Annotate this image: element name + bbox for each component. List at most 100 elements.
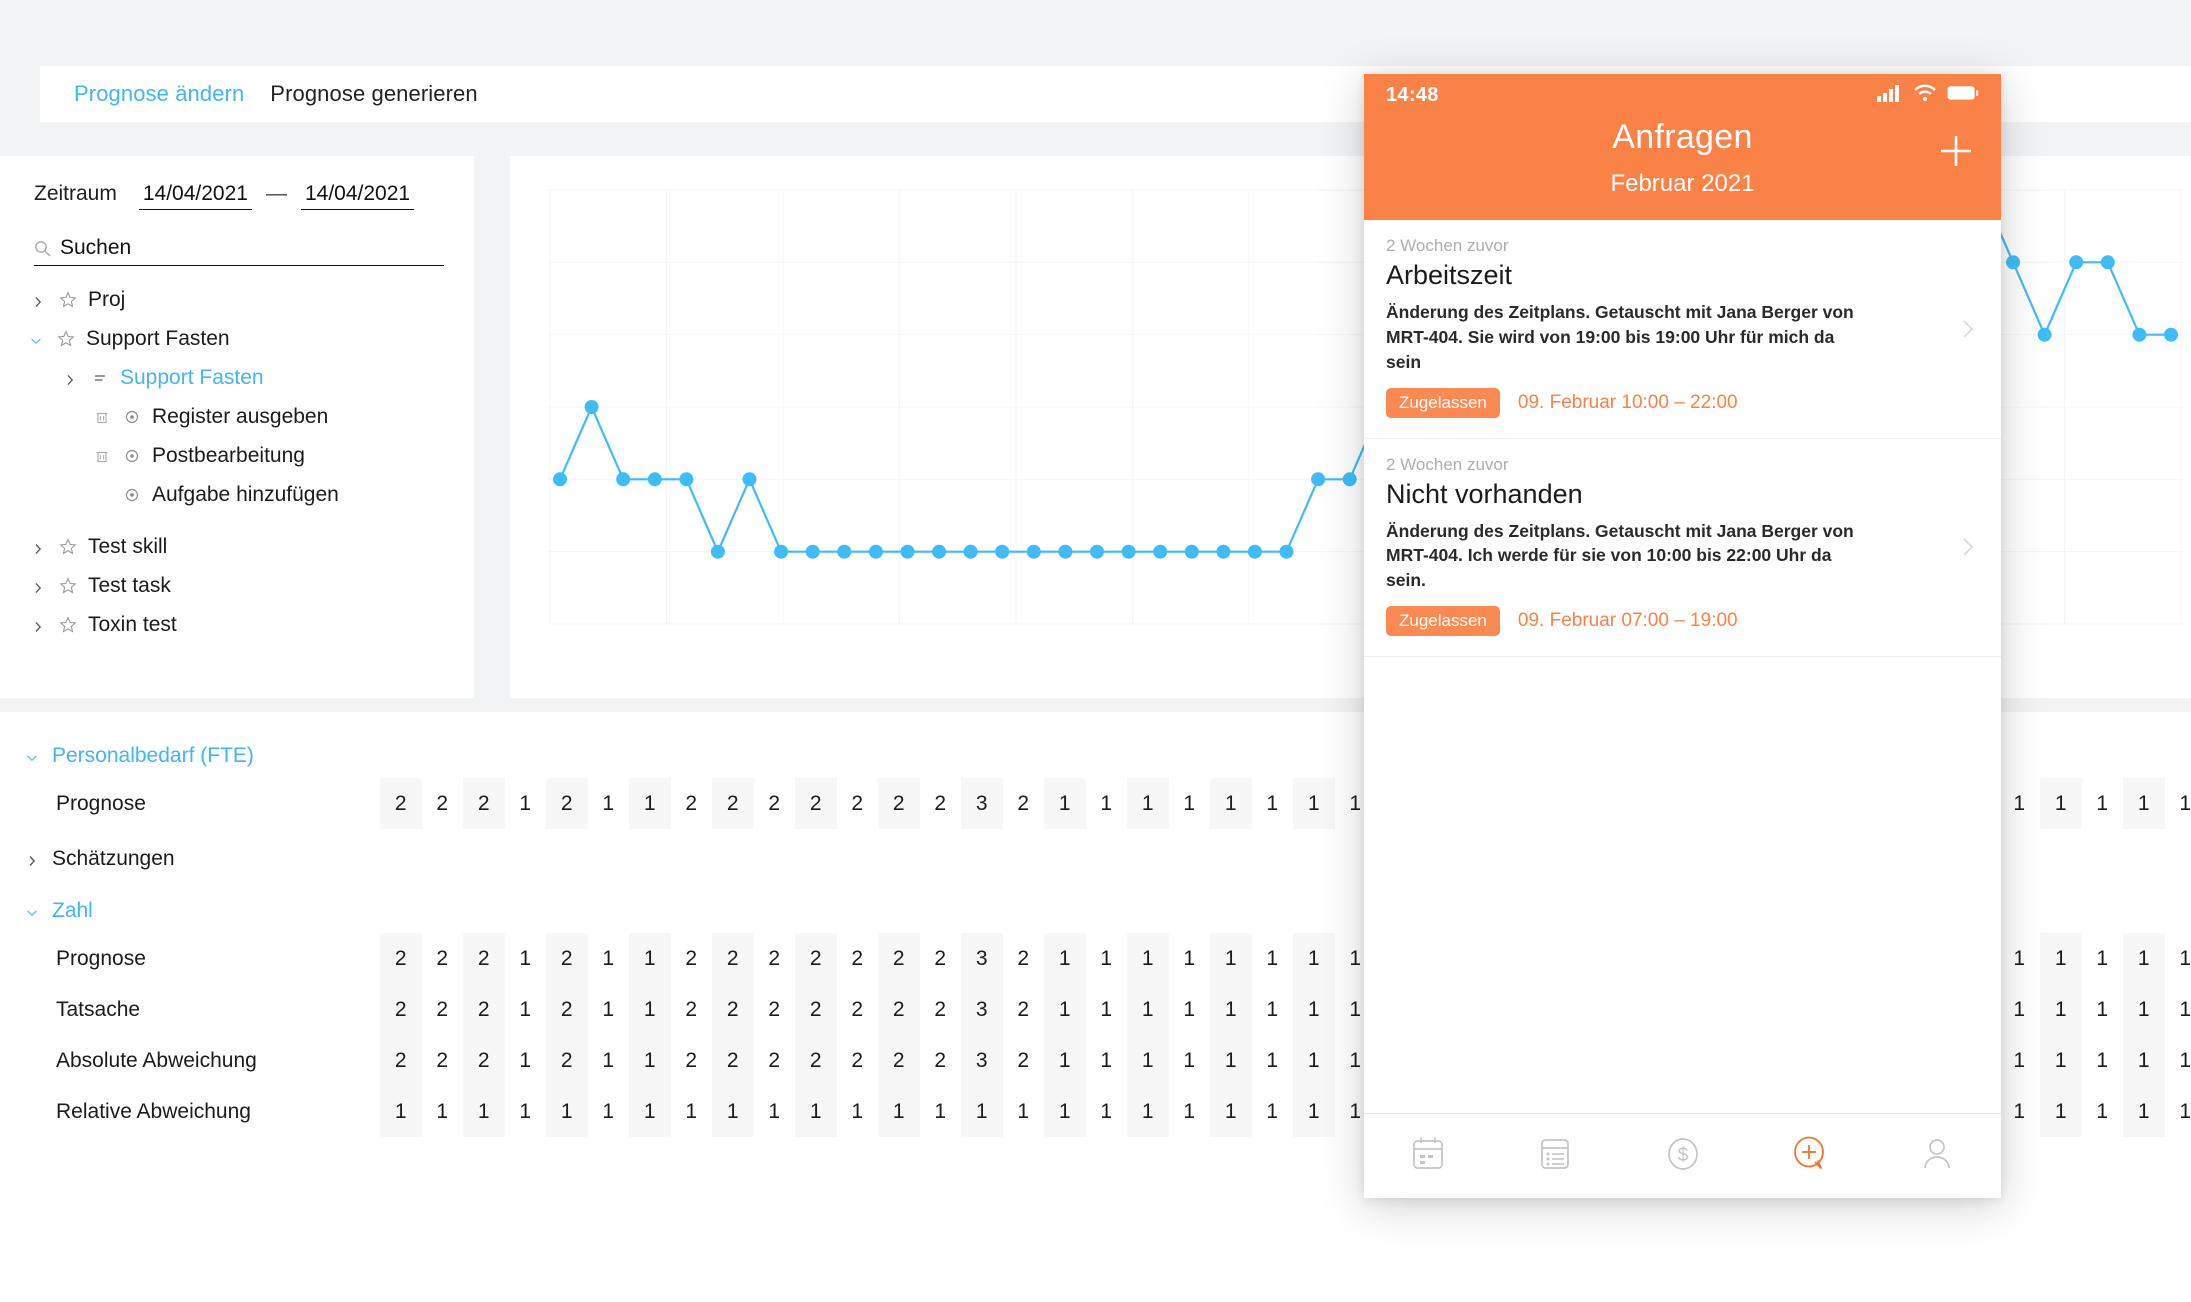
tree-item-aufgabe-hinzufuegen[interactable]: Aufgabe hinzufügen xyxy=(0,475,474,514)
tree-item-proj[interactable]: Proj xyxy=(0,280,474,319)
table-cell[interactable]: 3 xyxy=(961,933,1003,984)
table-cell[interactable]: 1 xyxy=(505,933,547,984)
clock-icon[interactable] xyxy=(122,407,142,427)
tab-requests[interactable] xyxy=(1746,1135,1873,1178)
table-cell[interactable]: 1 xyxy=(2123,984,2165,1035)
search-input[interactable]: Suchen xyxy=(60,236,131,260)
table-cell[interactable]: 2 xyxy=(837,984,879,1035)
table-cell[interactable]: 1 xyxy=(2165,984,2191,1035)
table-cell[interactable]: 1 xyxy=(1127,984,1169,1035)
table-cell[interactable]: 1 xyxy=(1252,984,1294,1035)
table-cell[interactable]: 1 xyxy=(629,1086,671,1137)
table-cell[interactable]: 2 xyxy=(671,984,713,1035)
period-from-input[interactable]: 14/04/2021 xyxy=(138,182,252,210)
table-cell[interactable]: 2 xyxy=(1003,778,1045,829)
table-cell[interactable]: 3 xyxy=(961,984,1003,1035)
tab-prognose-aendern[interactable]: Prognose ändern xyxy=(74,81,244,107)
chevron-right-icon[interactable] xyxy=(1957,318,1979,340)
table-cell[interactable]: 3 xyxy=(961,778,1003,829)
table-cell[interactable]: 2 xyxy=(754,933,796,984)
table-cell[interactable]: 2 xyxy=(1003,984,1045,1035)
star-icon[interactable] xyxy=(58,576,78,596)
table-cell[interactable]: 2 xyxy=(463,933,505,984)
table-cell[interactable]: 1 xyxy=(1086,984,1128,1035)
table-cell[interactable]: 1 xyxy=(2123,1035,2165,1086)
table-cell[interactable]: 2 xyxy=(422,1035,464,1086)
tree-item-test-task[interactable]: Test task xyxy=(0,566,474,605)
table-cell[interactable]: 1 xyxy=(2040,933,2082,984)
table-cell[interactable]: 1 xyxy=(1999,933,2041,984)
table-cell[interactable]: 1 xyxy=(2082,1035,2124,1086)
table-cell[interactable]: 1 xyxy=(505,778,547,829)
table-cell[interactable]: 1 xyxy=(712,1086,754,1137)
table-cell[interactable]: 1 xyxy=(546,1086,588,1137)
table-cell[interactable]: 1 xyxy=(920,1086,962,1137)
add-request-button[interactable] xyxy=(1937,132,1975,170)
table-cell[interactable]: 2 xyxy=(380,933,422,984)
table-cell[interactable]: 2 xyxy=(878,1035,920,1086)
table-cell[interactable]: 1 xyxy=(1086,933,1128,984)
table-cell[interactable]: 2 xyxy=(712,984,754,1035)
table-cell[interactable]: 1 xyxy=(1252,1035,1294,1086)
table-cell[interactable]: 1 xyxy=(2040,984,2082,1035)
table-cell[interactable]: 1 xyxy=(1293,933,1335,984)
table-cell[interactable]: 1 xyxy=(1252,778,1294,829)
table-cell[interactable]: 1 xyxy=(1252,933,1294,984)
table-cell[interactable]: 2 xyxy=(878,933,920,984)
clock-icon[interactable] xyxy=(122,485,142,505)
equals-icon[interactable] xyxy=(90,368,110,388)
table-cell[interactable]: 2 xyxy=(422,778,464,829)
table-cell[interactable]: 2 xyxy=(546,778,588,829)
tree-item-register-ausgeben[interactable]: Register ausgeben xyxy=(0,397,474,436)
table-cell[interactable]: 1 xyxy=(1169,984,1211,1035)
table-cell[interactable]: 2 xyxy=(671,1035,713,1086)
table-cell[interactable]: 2 xyxy=(1003,1035,1045,1086)
table-cell[interactable]: 1 xyxy=(2165,1086,2191,1137)
table-cell[interactable]: 1 xyxy=(1999,1086,2041,1137)
table-cell[interactable]: 1 xyxy=(754,1086,796,1137)
table-cell[interactable]: 1 xyxy=(1003,1086,1045,1137)
table-cell[interactable]: 1 xyxy=(1127,1035,1169,1086)
search-field[interactable]: Suchen xyxy=(34,236,444,266)
table-cell[interactable]: 1 xyxy=(1293,1035,1335,1086)
chevron-right-icon[interactable] xyxy=(1957,536,1979,558)
table-cell[interactable]: 2 xyxy=(837,1035,879,1086)
table-cell[interactable]: 3 xyxy=(961,1035,1003,1086)
table-cell[interactable]: 1 xyxy=(1169,933,1211,984)
table-cell[interactable]: 1 xyxy=(629,984,671,1035)
table-cell[interactable]: 2 xyxy=(546,933,588,984)
table-cell[interactable]: 2 xyxy=(837,778,879,829)
table-cell[interactable]: 2 xyxy=(463,1035,505,1086)
table-cell[interactable]: 2 xyxy=(712,1035,754,1086)
star-icon[interactable] xyxy=(58,615,78,635)
tree-item-test-skill[interactable]: Test skill xyxy=(0,527,474,566)
table-cell[interactable]: 2 xyxy=(795,1035,837,1086)
table-cell[interactable]: 2 xyxy=(920,778,962,829)
tab-prognose-generieren[interactable]: Prognose generieren xyxy=(270,81,477,107)
table-cell[interactable]: 1 xyxy=(961,1086,1003,1137)
chevron-right-icon[interactable] xyxy=(30,578,46,594)
table-cell[interactable]: 2 xyxy=(463,778,505,829)
table-cell[interactable]: 1 xyxy=(2040,1086,2082,1137)
table-cell[interactable]: 2 xyxy=(754,1035,796,1086)
table-cell[interactable]: 2 xyxy=(380,778,422,829)
table-cell[interactable]: 1 xyxy=(2082,984,2124,1035)
table-cell[interactable]: 1 xyxy=(1127,778,1169,829)
period-to-input[interactable]: 14/04/2021 xyxy=(300,182,415,210)
tab-payroll[interactable]: $ xyxy=(1619,1136,1746,1177)
table-cell[interactable]: 1 xyxy=(1252,1086,1294,1137)
table-cell[interactable]: 2 xyxy=(754,984,796,1035)
table-cell[interactable]: 1 xyxy=(2165,1035,2191,1086)
table-cell[interactable]: 2 xyxy=(795,778,837,829)
table-cell[interactable]: 1 xyxy=(1127,1086,1169,1137)
table-cell[interactable]: 1 xyxy=(2165,933,2191,984)
table-cell[interactable]: 2 xyxy=(422,984,464,1035)
tree-item-support-fasten[interactable]: Support Fasten xyxy=(0,319,474,358)
table-cell[interactable]: 1 xyxy=(837,1086,879,1137)
table-cell[interactable]: 1 xyxy=(2165,778,2191,829)
table-cell[interactable]: 2 xyxy=(878,778,920,829)
table-cell[interactable]: 2 xyxy=(920,984,962,1035)
table-cell[interactable]: 1 xyxy=(2040,778,2082,829)
table-cell[interactable]: 1 xyxy=(629,933,671,984)
table-cell[interactable]: 1 xyxy=(2123,933,2165,984)
